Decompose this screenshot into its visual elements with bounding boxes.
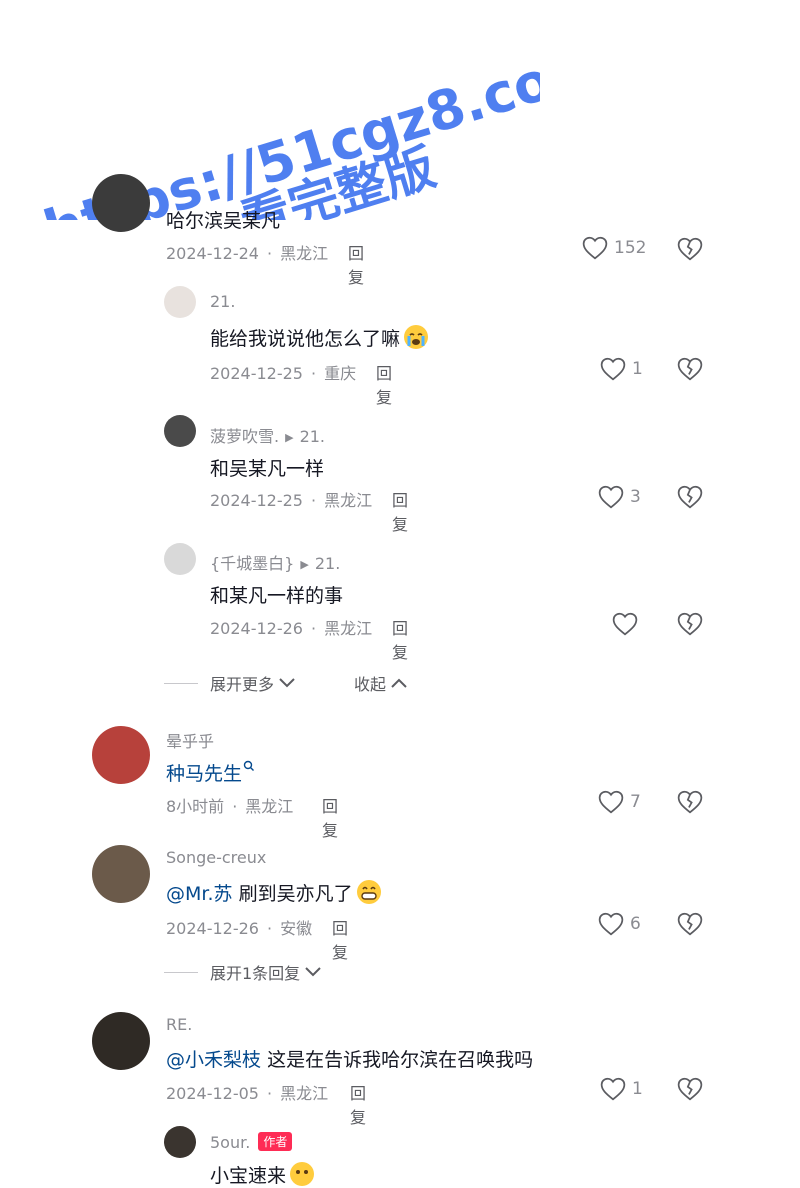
- emoji-icon: [290, 1162, 315, 1186]
- like-button[interactable]: 152: [582, 236, 646, 260]
- comment-text: 能给我说说他怎么了嘛: [210, 323, 430, 351]
- reply-button[interactable]: 回复: [376, 360, 392, 408]
- avatar[interactable]: [92, 1012, 150, 1070]
- reply-button[interactable]: 回复: [392, 615, 408, 663]
- username[interactable]: Songe-creux: [166, 848, 266, 867]
- like-button[interactable]: 1: [600, 1077, 643, 1101]
- comment-text: 和吴某凡一样: [210, 458, 325, 480]
- collapse-button[interactable]: 收起: [354, 671, 408, 695]
- like-button[interactable]: 3: [598, 485, 641, 509]
- avatar[interactable]: [164, 286, 196, 318]
- expand-replies-button[interactable]: 展开1条回复: [164, 960, 322, 984]
- comment-text: 和某凡一样的事: [210, 585, 344, 607]
- comment-meta: 2024-12-26 · 安徽: [166, 919, 313, 938]
- broken-heart-icon[interactable]: [677, 485, 703, 509]
- username[interactable]: 5our. 作者: [210, 1132, 293, 1152]
- avatar[interactable]: [164, 415, 196, 447]
- like-count: 1: [632, 359, 643, 379]
- like-button[interactable]: 7: [598, 790, 641, 814]
- heart-outline-icon: [598, 912, 624, 936]
- comment-text: 小宝速来: [210, 1160, 316, 1188]
- username[interactable]: {千城墨白} ▶ 21.: [210, 550, 340, 574]
- chevron-down-icon: [305, 967, 321, 977]
- reply-arrow-icon: ▶: [285, 431, 294, 444]
- crying-emoji-icon: [404, 325, 429, 349]
- chevron-down-icon: [279, 678, 295, 688]
- comment-meta: 2024-12-05 · 黑龙江: [166, 1084, 329, 1103]
- comment-text: 哈尔滨吴某凡: [166, 210, 281, 232]
- like-count: 6: [630, 914, 641, 934]
- username[interactable]: 菠萝吹雪. ▶ 21.: [210, 423, 325, 447]
- avatar[interactable]: [164, 543, 196, 575]
- like-button[interactable]: 6: [598, 912, 641, 936]
- heart-outline-icon: [598, 485, 624, 509]
- reply-arrow-icon: ▶: [300, 558, 309, 571]
- heart-outline-icon: [582, 236, 608, 260]
- mention-link[interactable]: @Mr.苏: [166, 883, 233, 905]
- broken-heart-icon[interactable]: [677, 912, 703, 936]
- divider: [164, 971, 198, 973]
- broken-heart-icon[interactable]: [677, 612, 703, 636]
- like-button[interactable]: [612, 612, 644, 636]
- author-badge: 作者: [258, 1132, 293, 1151]
- like-count: 152: [614, 238, 647, 258]
- mention-link[interactable]: @小禾梨枝: [166, 1049, 261, 1071]
- heart-outline-icon: [600, 1077, 626, 1101]
- avatar[interactable]: [92, 174, 150, 232]
- comment-text: 种马先生: [166, 759, 255, 786]
- avatar[interactable]: [92, 726, 150, 784]
- comment-meta: 2024-12-25 · 黑龙江: [210, 491, 373, 510]
- comment-date: 2024-12-24: [166, 244, 259, 263]
- grin-emoji-icon: [356, 880, 381, 904]
- comment-meta: 2024-12-25 · 重庆: [210, 364, 357, 383]
- watermark: https://51cgz8.com 看完整版: [37, 32, 540, 220]
- reply-button[interactable]: 回复: [348, 240, 364, 288]
- comment-text: @Mr.苏 刷到吴亦凡了: [166, 878, 383, 906]
- broken-heart-icon[interactable]: [677, 357, 703, 381]
- username[interactable]: 21.: [210, 292, 235, 311]
- like-count: 3: [630, 487, 641, 507]
- heart-outline-icon: [600, 357, 626, 381]
- comment-meta: 2024-12-26 · 黑龙江: [210, 619, 373, 638]
- comment-meta: 8小时前 · 黑龙江: [166, 797, 294, 816]
- like-button[interactable]: 1: [600, 357, 643, 381]
- like-count: 7: [630, 792, 641, 812]
- reply-button[interactable]: 回复: [392, 487, 408, 535]
- like-count: 1: [632, 1079, 643, 1099]
- username[interactable]: 晕乎乎: [166, 728, 214, 752]
- reply-button[interactable]: 回复: [350, 1080, 366, 1128]
- search-icon[interactable]: [243, 760, 255, 772]
- avatar[interactable]: [164, 1126, 196, 1158]
- username[interactable]: RE.: [166, 1015, 192, 1034]
- chevron-up-icon: [391, 678, 407, 688]
- heart-outline-icon: [598, 790, 624, 814]
- reply-button[interactable]: 回复: [332, 915, 348, 963]
- broken-heart-icon[interactable]: [677, 237, 703, 261]
- broken-heart-icon[interactable]: [677, 790, 703, 814]
- comment-meta: 2024-12-24 · 黑龙江: [166, 244, 329, 263]
- reply-button[interactable]: 回复: [322, 793, 338, 841]
- comment-text: @小禾梨枝 这是在告诉我哈尔滨在召唤我吗: [166, 1049, 534, 1071]
- comment-region: 黑龙江: [280, 244, 329, 263]
- broken-heart-icon[interactable]: [677, 1077, 703, 1101]
- avatar[interactable]: [92, 845, 150, 903]
- heart-outline-icon: [612, 612, 638, 636]
- expand-more-button[interactable]: 展开更多: [164, 671, 296, 695]
- divider: [164, 682, 198, 684]
